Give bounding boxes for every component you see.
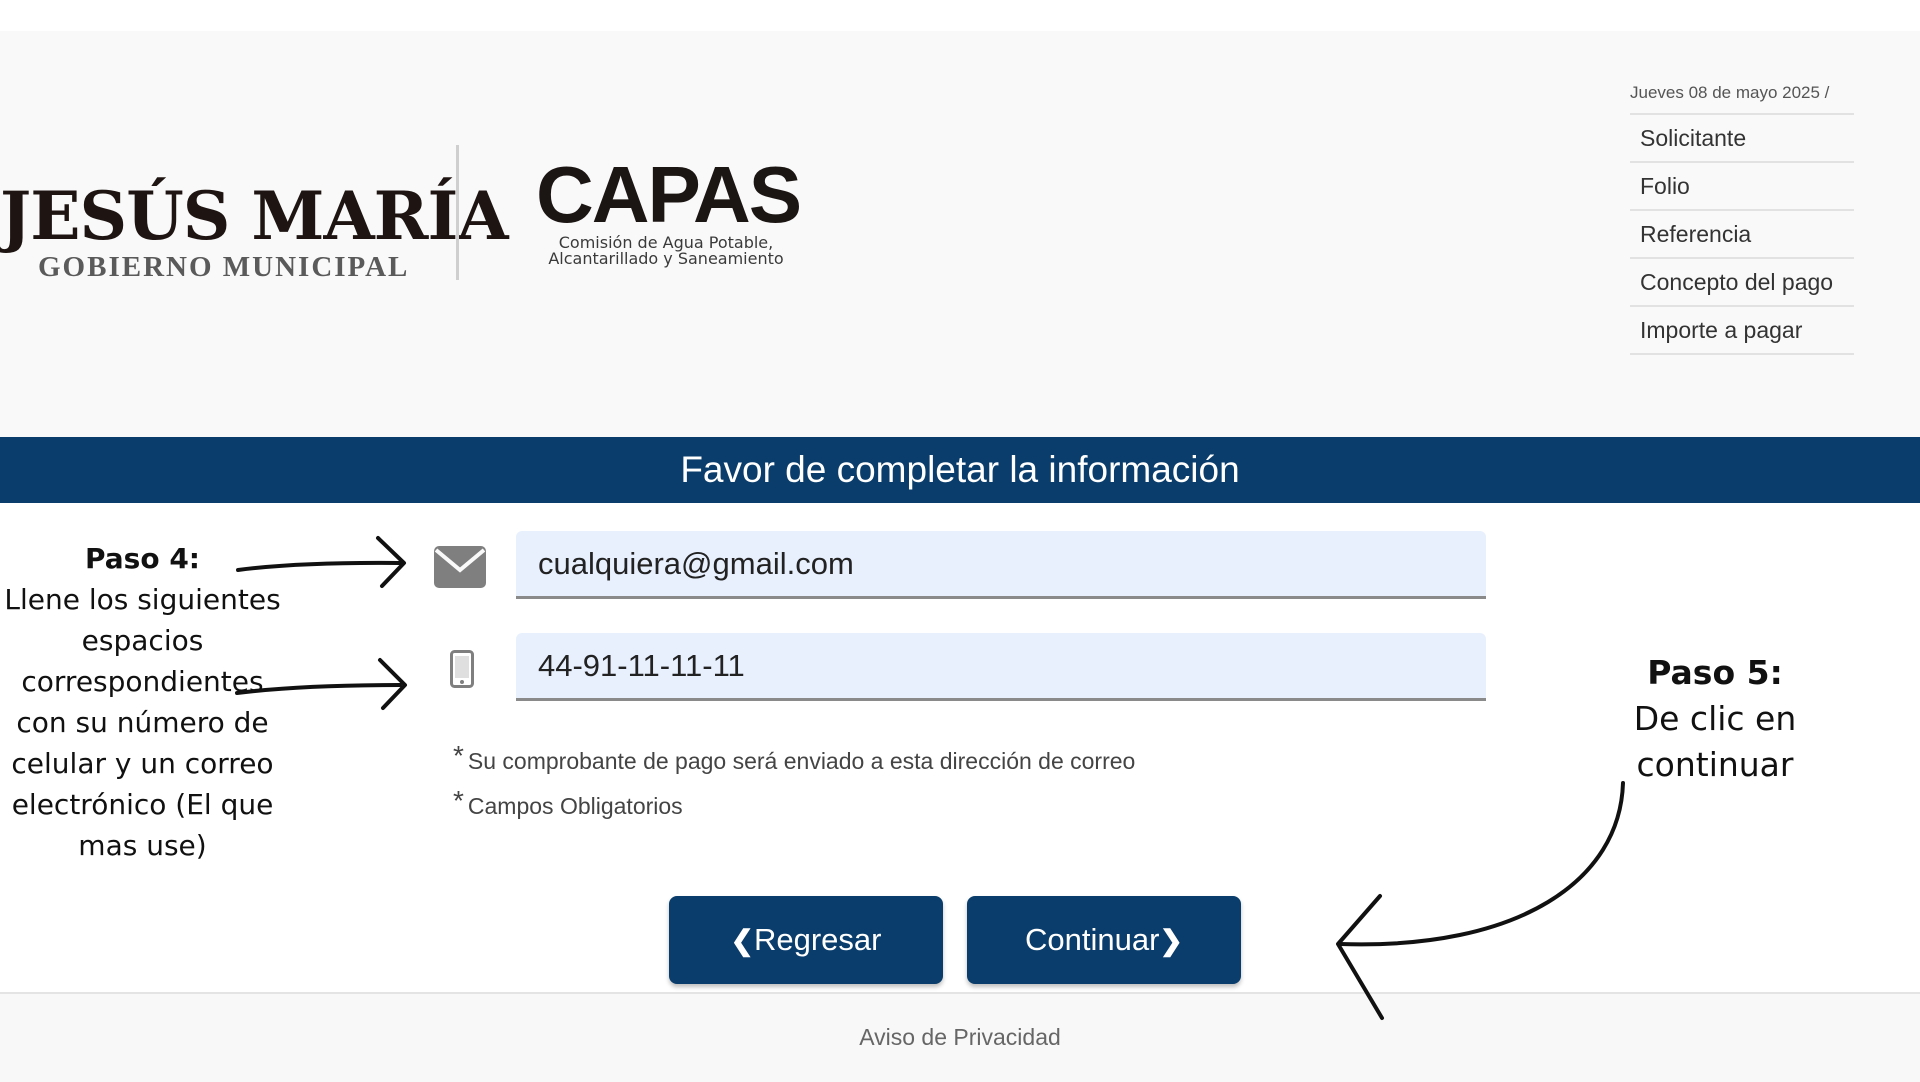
- required-star: *: [453, 785, 464, 816]
- jesus-maria-logo[interactable]: JESÚS MARÍA GOBIERNO MUNICIPAL: [0, 177, 509, 283]
- mobile-phone-icon: [450, 650, 474, 688]
- step4-text: Llene los siguientes espacios correspond…: [4, 583, 281, 862]
- continue-button[interactable]: Continuar❯: [967, 896, 1241, 984]
- chevron-left-icon: ❮: [730, 925, 754, 956]
- jesus-maria-logo-sub: GOBIERNO MUNICIPAL: [38, 251, 410, 283]
- summary-item-importe: Importe a pagar: [1630, 307, 1854, 355]
- email-note: * Su comprobante de pago será enviado a e…: [453, 740, 1136, 776]
- capas-logo-sub-line2: Alcantarillado y Saneamiento: [548, 249, 784, 268]
- logo-divider: [456, 145, 459, 280]
- required-star: *: [453, 740, 464, 771]
- payment-summary: Jueves 08 de mayo 2025 / Solicitante Fol…: [1630, 83, 1854, 355]
- form-title: Favor de completar la información: [0, 437, 1920, 503]
- envelope-icon: [434, 546, 486, 588]
- back-button[interactable]: ❮Regresar: [669, 896, 943, 984]
- arrow-to-phone-head: [378, 658, 407, 710]
- summary-item-folio: Folio: [1630, 163, 1854, 211]
- continue-button-label: Continuar: [1025, 922, 1160, 957]
- step5-text: De clic en continuar: [1633, 699, 1797, 784]
- arrow-to-continue: [1338, 781, 1625, 947]
- capas-logo[interactable]: CAPAS Comisión de Agua Potable, Alcantar…: [536, 150, 802, 268]
- privacy-link[interactable]: Aviso de Privacidad: [859, 1024, 1061, 1050]
- current-date: Jueves 08 de mayo 2025 /: [1630, 83, 1854, 115]
- arrow-to-email-head: [376, 536, 406, 588]
- summary-item-referencia: Referencia: [1630, 211, 1854, 259]
- summary-item-concepto: Concepto del pago: [1630, 259, 1854, 307]
- capas-logo-main: CAPAS: [536, 150, 802, 239]
- email-input[interactable]: [516, 531, 1486, 599]
- page-header: JESÚS MARÍA GOBIERNO MUNICIPAL CAPAS Com…: [0, 31, 1920, 437]
- top-strip: [0, 0, 1920, 31]
- step4-annotation: Paso 4: Llene los siguientes espacios co…: [0, 538, 285, 866]
- page-footer: Aviso de Privacidad: [0, 992, 1920, 1082]
- email-note-text: Su comprobante de pago será enviado a es…: [467, 748, 1136, 774]
- step4-title: Paso 4:: [85, 542, 200, 575]
- summary-item-solicitante: Solicitante: [1630, 115, 1854, 163]
- back-button-label: Regresar: [753, 922, 882, 957]
- required-note: * Campos Obligatorios: [453, 785, 683, 821]
- step5-annotation: Paso 5: De clic en continuar: [1580, 650, 1850, 788]
- chevron-right-icon: ❯: [1159, 925, 1183, 956]
- step5-title: Paso 5:: [1647, 653, 1783, 692]
- jesus-maria-logo-main: JESÚS MARÍA: [0, 177, 509, 255]
- phone-input[interactable]: [516, 633, 1486, 701]
- required-note-text: Campos Obligatorios: [467, 793, 683, 819]
